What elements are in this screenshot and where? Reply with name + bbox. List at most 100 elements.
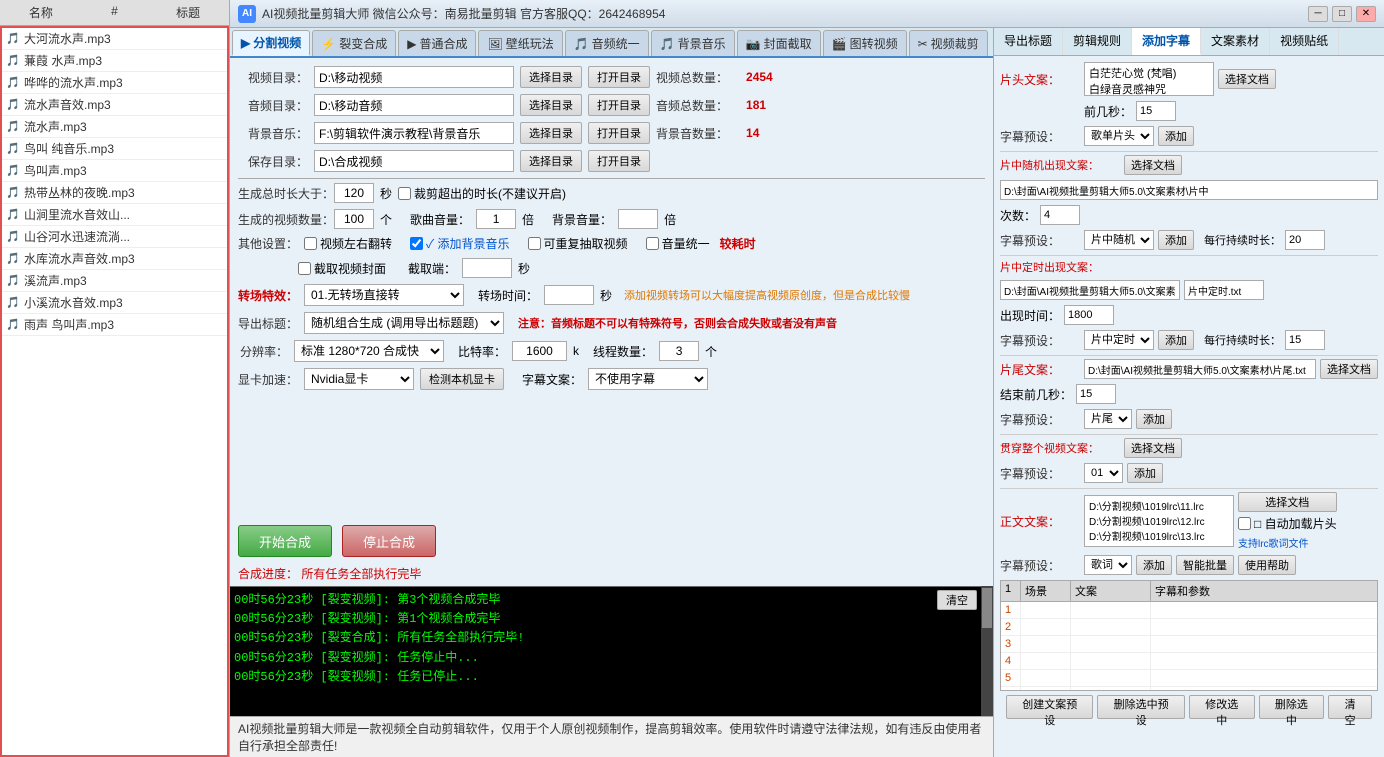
tab-壁纸玩法[interactable]: 🖼壁纸玩法: [478, 30, 562, 56]
detect-gpu-btn[interactable]: 检测本机显卡: [420, 368, 504, 390]
save-dir-select-btn[interactable]: 选择目录: [520, 150, 582, 172]
tab-裂变合成[interactable]: ⚡裂变合成: [312, 30, 396, 56]
right-tab-视频贴纸[interactable]: 视频贴纸: [1270, 28, 1339, 55]
audio-dir-select-btn[interactable]: 选择目录: [520, 94, 582, 116]
right-tab-文案素材[interactable]: 文案素材: [1201, 28, 1270, 55]
list-item[interactable]: 🎵热带丛林的夜晚.mp3: [2, 182, 227, 204]
video-dir-select-btn[interactable]: 选择目录: [520, 66, 582, 88]
subtitle-duration-input[interactable]: [1285, 230, 1325, 250]
tab-背景音乐[interactable]: 🎵背景音乐: [651, 30, 735, 56]
use-help-btn[interactable]: 使用帮助: [1238, 555, 1296, 575]
file-list[interactable]: 🎵大河流水声.mp3🎵蒹葭 水声.mp3🎵哗哗的流水声.mp3🎵流水声音效.mp…: [0, 26, 229, 757]
mid-timed-dir-input[interactable]: [1000, 280, 1180, 300]
table-row[interactable]: 4: [1001, 653, 1377, 670]
table-row[interactable]: 1: [1001, 602, 1377, 619]
log-scrollbar[interactable]: [981, 586, 993, 716]
right-tab-导出标题[interactable]: 导出标题: [994, 28, 1063, 55]
mid-random-select[interactable]: 选择文档: [1124, 155, 1182, 175]
minimize-btn[interactable]: ─: [1308, 6, 1328, 22]
audio-dir-input[interactable]: [314, 94, 514, 116]
close-btn[interactable]: ✕: [1356, 6, 1376, 22]
gen-duration-input[interactable]: [334, 183, 374, 203]
repeat-extract-check[interactable]: [528, 237, 541, 250]
flip-h-check[interactable]: [304, 237, 317, 250]
list-item[interactable]: 🎵哗哗的流水声.mp3: [2, 72, 227, 94]
tail-text-input[interactable]: [1084, 359, 1316, 379]
full-video-select[interactable]: 选择文档: [1124, 438, 1182, 458]
header-seconds-input[interactable]: [1136, 101, 1176, 121]
tab-音频统一[interactable]: 🎵音频统一: [565, 30, 649, 56]
subtitle-add-btn1[interactable]: 添加: [1158, 126, 1194, 146]
auto-load-check[interactable]: [1238, 517, 1251, 530]
list-item[interactable]: 🎵小溪流水音效.mp3: [2, 292, 227, 314]
resolution-select[interactable]: 标准 1280*720 合成快: [294, 340, 444, 362]
bg-music-input[interactable]: [314, 122, 514, 144]
mid-timed-file-input[interactable]: [1184, 280, 1264, 300]
list-item[interactable]: 🎵鸟叫 纯音乐.mp3: [2, 138, 227, 160]
gen-count-input[interactable]: [334, 209, 374, 229]
clear-btn[interactable]: 清空: [1328, 695, 1372, 719]
save-dir-open-btn[interactable]: 打开目录: [588, 150, 650, 172]
delete-select-btn[interactable]: 删除选中预设: [1097, 695, 1184, 719]
mid-random-dir-input[interactable]: [1000, 180, 1378, 200]
list-item[interactable]: 🎵大河流水声.mp3: [2, 28, 227, 50]
list-item[interactable]: 🎵山涧里流水音效山...: [2, 204, 227, 226]
tab-封面截取[interactable]: 📷封面截取: [737, 30, 821, 56]
song-vol-input[interactable]: [476, 209, 516, 229]
add-bg-checkbox[interactable]: ✓ 添加背景音乐: [410, 235, 510, 252]
flip-h-checkbox[interactable]: 视频左右翻转: [304, 235, 392, 252]
save-dir-input[interactable]: [314, 150, 514, 172]
mid-times-input[interactable]: [1040, 205, 1080, 225]
right-tab-剪辑规则[interactable]: 剪辑规则: [1063, 28, 1132, 55]
list-item[interactable]: 🎵流水声.mp3: [2, 116, 227, 138]
gpu-select[interactable]: Nvidia显卡: [304, 368, 414, 390]
cut-cover-checkbox[interactable]: 截取视频封面: [298, 260, 386, 277]
positive-select-btn[interactable]: 选择文档: [1238, 492, 1337, 512]
video-dir-open-btn[interactable]: 打开目录: [588, 66, 650, 88]
list-item[interactable]: 🎵水库流水声音效.mp3: [2, 248, 227, 270]
threads-input[interactable]: [659, 341, 699, 361]
tail-select-btn[interactable]: 选择文档: [1320, 359, 1378, 379]
tail-seconds-input[interactable]: [1076, 384, 1116, 404]
tab-视频裁剪[interactable]: ✂视频裁剪: [909, 30, 988, 56]
transition-select[interactable]: 01.无转场直接转: [304, 284, 464, 306]
cut-range-input[interactable]: [462, 258, 512, 278]
mid-show-time-input[interactable]: [1064, 305, 1114, 325]
create-preset-btn[interactable]: 创建文案预设: [1006, 695, 1093, 719]
delete-selected-btn[interactable]: 删除选中: [1259, 695, 1325, 719]
subtitle-preset3-select[interactable]: 片中定时: [1084, 330, 1154, 350]
header-select-btn[interactable]: 选择文档: [1218, 69, 1276, 89]
cut-long-check[interactable]: [398, 187, 411, 200]
subtitle-add-btn5[interactable]: 添加: [1127, 463, 1163, 483]
vol-unify-check[interactable]: [646, 237, 659, 250]
audio-dir-open-btn[interactable]: 打开目录: [588, 94, 650, 116]
right-form[interactable]: 片头文案： 白茫茫心觉 (梵唱) 白绿音灵感神咒 选择文档 前几秒： 字幕预设：…: [994, 56, 1384, 733]
subtitle-preset4-select[interactable]: 片尾: [1084, 409, 1132, 429]
positive-text-area[interactable]: D:\分割视频\1019lrc\11.lrc D:\分割视频\1019lrc\1…: [1084, 495, 1234, 547]
right-tab-添加字幕[interactable]: 添加字幕: [1132, 28, 1201, 55]
transition-time-input[interactable]: [544, 285, 594, 305]
export-select[interactable]: 随机组合生成 (调用导出标题题): [304, 312, 504, 334]
subtitle-preset6-select[interactable]: 歌词: [1084, 555, 1132, 575]
log-scrollbar-thumb[interactable]: [982, 588, 992, 628]
smart-batch-btn[interactable]: 智能批量: [1176, 555, 1234, 575]
video-dir-input[interactable]: [314, 66, 514, 88]
tab-图转视频[interactable]: 🎬图转视频: [823, 30, 907, 56]
subtitle-add-btn6[interactable]: 添加: [1136, 555, 1172, 575]
list-item[interactable]: 🎵山谷河水迅速流淌...: [2, 226, 227, 248]
cut-cover-check[interactable]: [298, 262, 311, 275]
subtitle-add-btn2[interactable]: 添加: [1158, 230, 1194, 250]
list-item[interactable]: 🎵流水声音效.mp3: [2, 94, 227, 116]
bitrate-input[interactable]: [512, 341, 567, 361]
repeat-extract-checkbox[interactable]: 可重复抽取视频: [528, 235, 628, 252]
tab-分割视频[interactable]: ▶分割视频: [232, 30, 310, 56]
copywriting-rows[interactable]: 123456: [1000, 601, 1378, 691]
subtitle-add-btn4[interactable]: 添加: [1136, 409, 1172, 429]
header-text-area[interactable]: 白茫茫心觉 (梵唱) 白绿音灵感神咒: [1084, 62, 1214, 96]
stop-btn[interactable]: 停止合成: [342, 525, 436, 557]
cut-long-checkbox[interactable]: 裁剪超出的时长(不建议开启): [398, 185, 566, 202]
subtitle-duration2-input[interactable]: [1285, 330, 1325, 350]
subtitle-add-btn3[interactable]: 添加: [1158, 330, 1194, 350]
table-row[interactable]: 2: [1001, 619, 1377, 636]
maximize-btn[interactable]: □: [1332, 6, 1352, 22]
